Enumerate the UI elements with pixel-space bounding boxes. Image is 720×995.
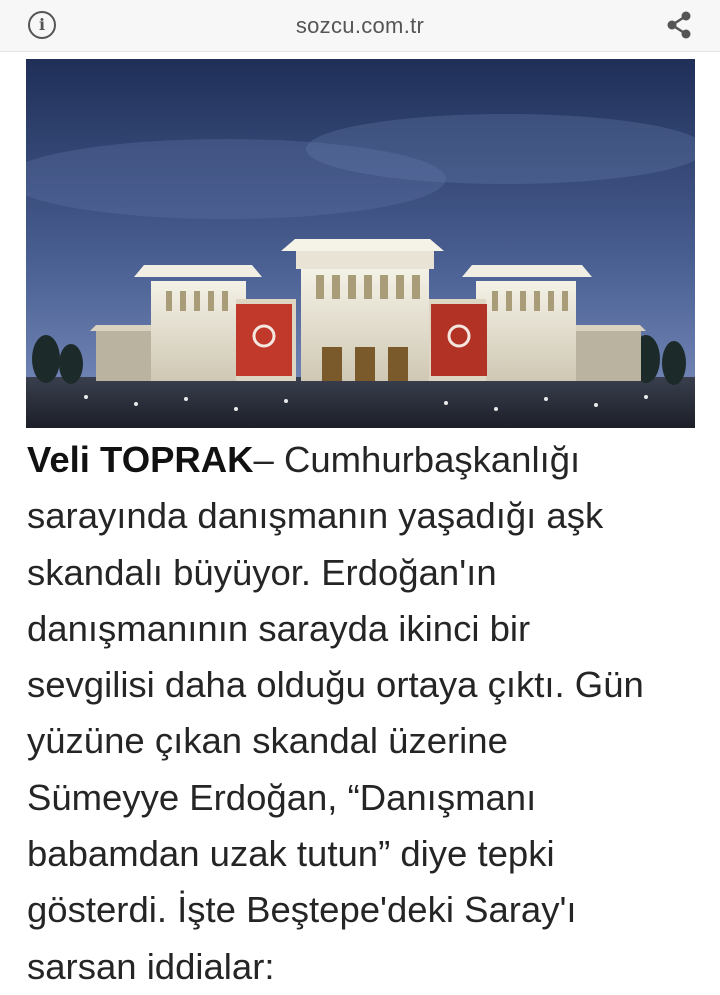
author-name: Veli TOPRAK <box>27 439 254 480</box>
lead-line: gösterdi. İşte Beştepe'deki Saray'ı <box>27 889 577 931</box>
lead-line: sevgilisi daha olduğu ortaya çıktı. Gün <box>27 664 644 706</box>
lead-line: babamdan uzak tutun” diye tepki <box>27 833 555 875</box>
lead-line: – Cumhurbaşkanlığı <box>253 439 581 480</box>
article-lead: Veli TOPRAK– Cumhurbaşkanlığı sarayında … <box>27 432 707 995</box>
lead-line: skandalı büyüyor. Erdoğan'ın <box>27 551 497 593</box>
url-bar[interactable]: sozcu.com.tr <box>0 13 720 39</box>
lead-line: yüzüne çıkan skandal üzerine <box>27 720 508 762</box>
lead-line: sarayında danışmanın yaşadığı aşk <box>27 495 604 537</box>
browser-toolbar: i sozcu.com.tr <box>0 0 720 52</box>
lead-line: danışmanının sarayda ikinci bir <box>27 607 531 649</box>
article-hero-image <box>26 59 695 428</box>
lead-line: sarsan iddialar: <box>27 945 275 987</box>
share-icon[interactable] <box>664 10 694 40</box>
lead-line: Sümeyye Erdoğan, “Danışmanı <box>27 776 537 818</box>
